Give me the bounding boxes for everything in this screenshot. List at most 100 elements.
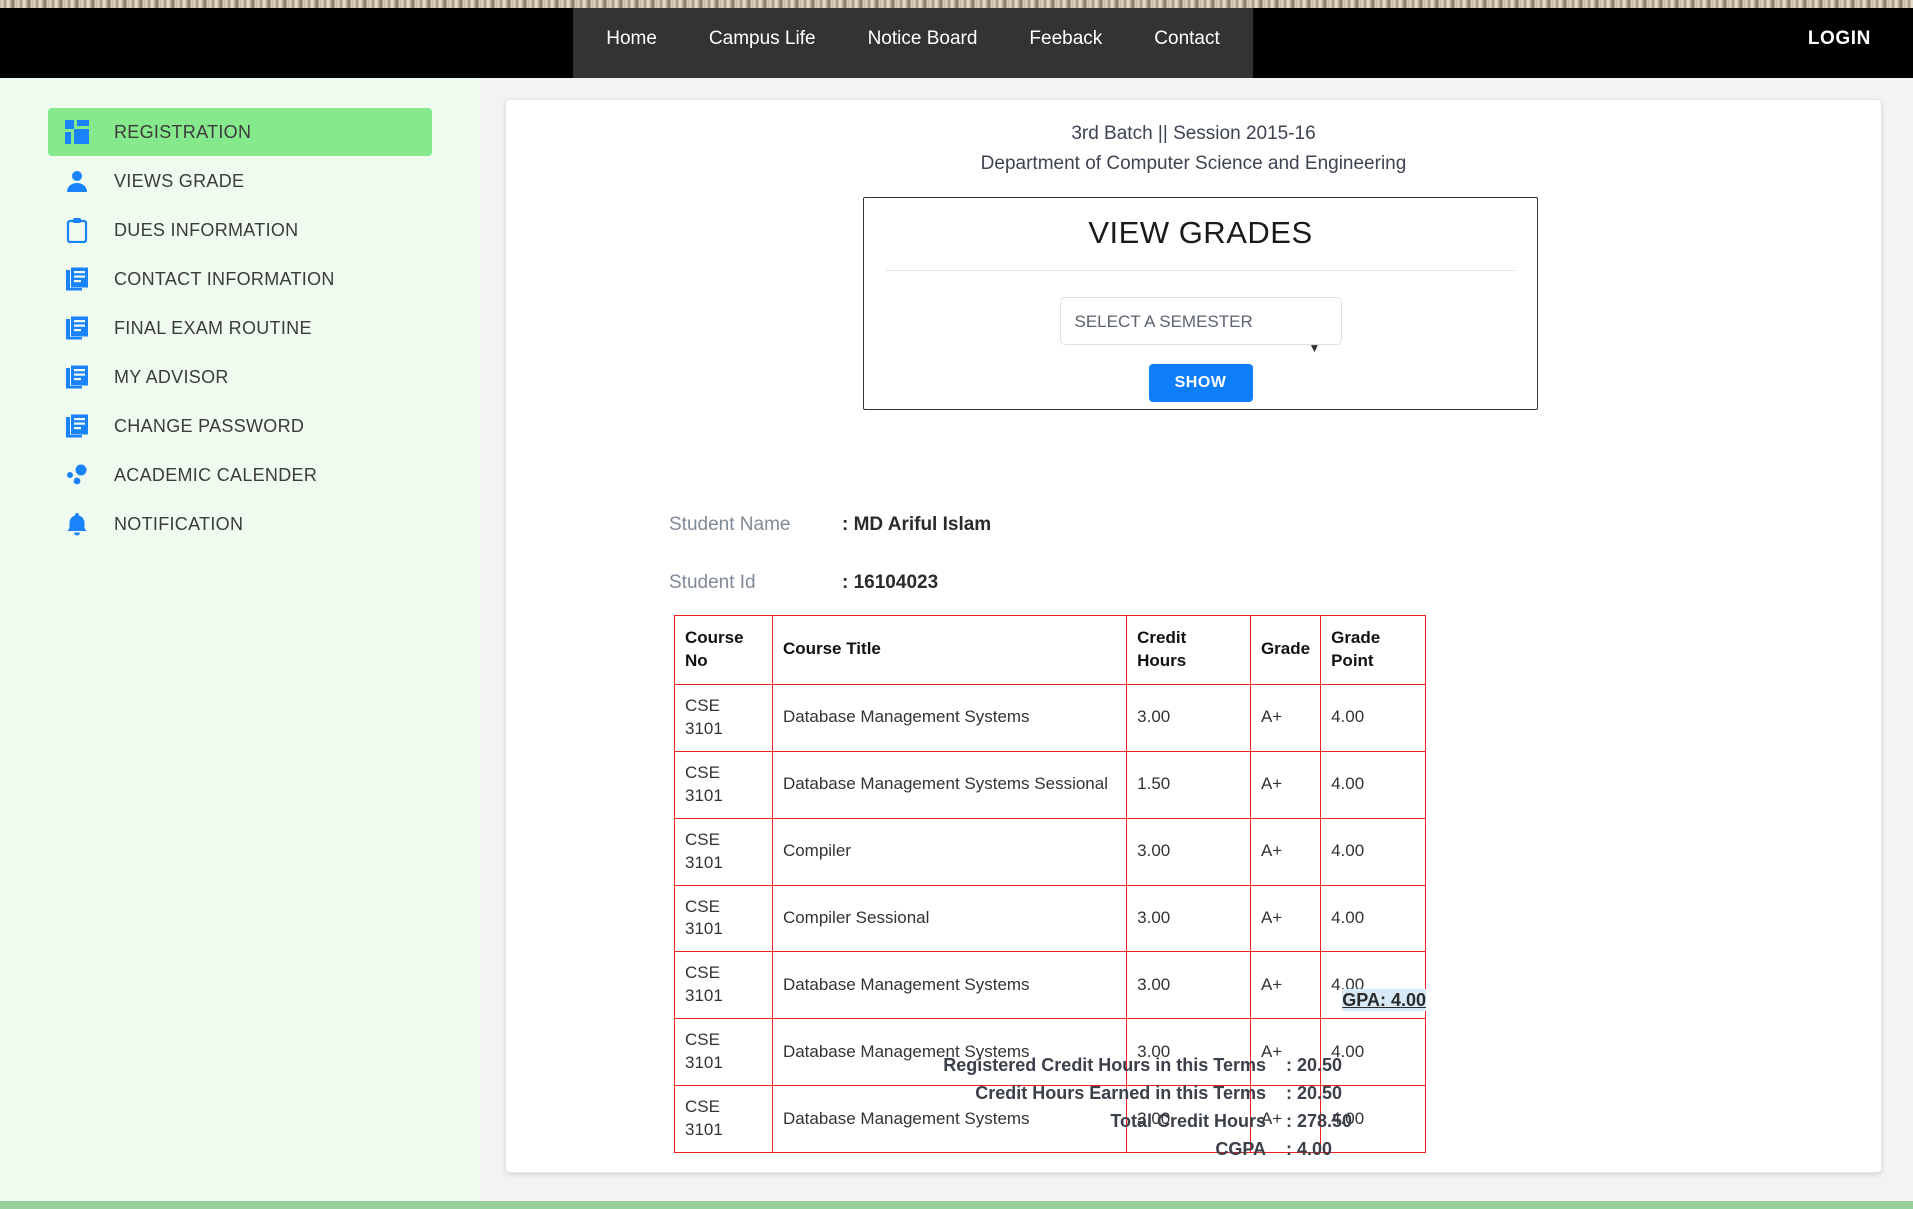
- main-content-card: VIEW GRADES SELECT A SEMESTER ▼ SHOW 3rd…: [505, 99, 1882, 1173]
- decorative-banner-strip: [0, 0, 1913, 8]
- semester-select-wrapper: SELECT A SEMESTER ▼: [864, 297, 1537, 355]
- clipboard-icon: [62, 215, 92, 245]
- sidebar-item-final-exam-routine[interactable]: FINAL EXAM ROUTINE: [48, 304, 432, 352]
- sidebar-item-label: CONTACT INFORMATION: [114, 268, 335, 289]
- student-id-row: Student Id : 16104023: [669, 572, 938, 594]
- cell-course-no: CSE 3101: [674, 1018, 773, 1087]
- sidebar-item-notification[interactable]: NOTIFICATION: [48, 500, 432, 548]
- department-line: Department of Computer Science and Engin…: [980, 153, 1407, 174]
- documents-icon: [62, 313, 92, 343]
- sidebar-item-dues-information[interactable]: DUES INFORMATION: [48, 206, 432, 254]
- cell-credit-hours: 1.50: [1126, 750, 1251, 819]
- page-body: REGISTRATION VIEWS GRADE DUES INFORMATION C…: [0, 78, 1913, 1209]
- cell-title: Database Management Systems: [771, 683, 1128, 752]
- cell-title: Compiler: [771, 817, 1128, 886]
- cell-course-no: CSE 3101: [674, 1085, 773, 1153]
- sidebar-item-academic-calender[interactable]: ACADEMIC CALENDER: [48, 451, 432, 499]
- summary-row: CGPA: 4.00: [786, 1139, 1486, 1160]
- cell-grade-point: 4.00: [1320, 817, 1426, 886]
- grades-table-head: Course No Course Title Credit Hours Grade Grad…: [674, 615, 1426, 685]
- cell-credit-hours: 3.00: [1126, 683, 1251, 752]
- cell-credit-hours: 3.00: [1126, 817, 1251, 886]
- summary-label: Credit Hours Earned in this Terms: [975, 1083, 1266, 1103]
- sidebar-item-label: DUES INFORMATION: [114, 219, 299, 240]
- table-header-cell: Credit Hours: [1126, 615, 1251, 685]
- sidebar-item-label: VIEWS GRADE: [114, 170, 245, 191]
- sidebar-item-label: ACADEMIC CALENDER: [114, 464, 318, 485]
- student-name-row: Student Name : MD Ariful Islam: [669, 514, 991, 536]
- cell-grade: A+: [1249, 884, 1322, 953]
- cell-credit-hours: 3.00: [1126, 884, 1251, 953]
- sidebar-item-label: MY ADVISOR: [114, 366, 229, 387]
- sidebar-item-label: CHANGE PASSWORD: [114, 415, 305, 436]
- summary-row: Registered Credit Hours in this Terms : 2…: [786, 1055, 1486, 1076]
- cell-grade-point: 4.00: [1320, 683, 1426, 752]
- table-row: CSE 3101 Compiler 3.00 A+ 4.00: [674, 817, 1426, 886]
- cell-title: Compiler Sessional: [771, 884, 1128, 953]
- sidebar-item-contact-information[interactable]: CONTACT INFORMATION: [48, 255, 432, 303]
- table-row: CSE 3101 Database Management Systems Sess…: [674, 750, 1426, 819]
- sidebar-item-label: FINAL EXAM ROUTINE: [114, 317, 312, 338]
- nav-contact[interactable]: Contact: [1128, 0, 1245, 78]
- credit-summary: Registered Credit Hours in this Terms : 2…: [786, 1055, 1486, 1167]
- nav-home[interactable]: Home: [580, 0, 683, 78]
- table-header-text: Grade: [1331, 628, 1381, 647]
- table-header-text: Course Title: [782, 639, 881, 659]
- sidebar-item-label: NOTIFICATION: [114, 513, 244, 534]
- top-navbar: Home Campus Life Notice Board Feeback Contac…: [0, 0, 1913, 78]
- nav-feedback[interactable]: Feeback: [1003, 0, 1128, 78]
- sidebar-item-views-grade[interactable]: VIEWS GRADE: [48, 157, 432, 205]
- student-id-value: : 16104023: [842, 572, 939, 593]
- table-header-text: Point: [1331, 650, 1374, 670]
- cell-grade-point: 4.00: [1320, 884, 1426, 953]
- summary-label: Registered Credit Hours in this Terms: [943, 1055, 1266, 1075]
- view-grades-panel: VIEW GRADES SELECT A SEMESTER ▼ SHOW: [863, 197, 1538, 410]
- documents-icon: [62, 411, 92, 441]
- bottom-accent-bar: [0, 1201, 1913, 1209]
- sidebar-item-label: REGISTRATION: [114, 121, 252, 142]
- sidebar-item-my-advisor[interactable]: MY ADVISOR: [48, 353, 432, 401]
- cell-grade: A+: [1249, 750, 1322, 819]
- dashboard-grid-icon: [62, 117, 92, 147]
- summary-value: : 20.50: [1286, 1083, 1343, 1103]
- table-header-row: Course No Course Title Credit Hours Grade Grad…: [674, 615, 1426, 685]
- summary-value: : 278.50: [1286, 1111, 1353, 1131]
- summary-value: : 20.50: [1286, 1055, 1343, 1075]
- student-name-label: Student Name: [669, 514, 791, 535]
- cell-course-no: CSE 3101: [674, 750, 773, 819]
- table-header-text: Grade: [1260, 639, 1311, 659]
- nav-links-group: Home Campus Life Notice Board Feeback Contac…: [573, 0, 1253, 78]
- table-header-cell: Course Title: [771, 615, 1128, 685]
- table-header-text: No: [685, 650, 708, 670]
- student-name-value: : MD Ariful Islam: [842, 514, 992, 535]
- table-header-cell: Course No: [674, 615, 773, 685]
- nav-campus-life[interactable]: Campus Life: [683, 0, 842, 78]
- documents-icon: [62, 264, 92, 294]
- cell-course-no: CSE 3101: [674, 683, 773, 752]
- batch-session-line: 3rd Batch || Session 2015-16: [1071, 123, 1316, 144]
- user-person-icon: [62, 166, 92, 196]
- bell-icon: [62, 509, 92, 539]
- cell-grade: A+: [1249, 683, 1322, 752]
- sidebar-item-registration[interactable]: REGISTRATION: [48, 108, 432, 156]
- summary-row: Credit Hours Earned in this Terms : 20.50: [786, 1083, 1486, 1104]
- dots-bubbles-icon: [62, 460, 92, 490]
- semester-select[interactable]: SELECT A SEMESTER: [1059, 297, 1342, 345]
- cell-grade: A+: [1249, 817, 1322, 886]
- sidebar-item-change-password[interactable]: CHANGE PASSWORD: [48, 402, 432, 450]
- cell-course-no: CSE 3101: [674, 884, 773, 953]
- page-title: VIEW GRADES: [1088, 215, 1313, 250]
- table-header-text: Credit: [1137, 628, 1187, 647]
- student-id-label: Student Id: [669, 572, 756, 593]
- table-header-text: Hours: [1137, 650, 1187, 670]
- cell-grade-point: 4.00: [1320, 750, 1426, 819]
- gpa-label: GPA: 4.00: [674, 989, 1426, 1011]
- nav-notice-board[interactable]: Notice Board: [842, 0, 1004, 78]
- cell-course-no: CSE 3101: [674, 817, 773, 886]
- login-button[interactable]: LOGIN: [1808, 0, 1871, 78]
- table-header-text: Course: [685, 628, 744, 647]
- table-row: CSE 3101 Database Management Systems 3.00 A…: [674, 683, 1426, 752]
- summary-label: Total Credit Hours: [1110, 1111, 1266, 1131]
- show-button[interactable]: SHOW: [1148, 364, 1253, 402]
- sidebar: REGISTRATION VIEWS GRADE DUES INFORMATION C…: [0, 78, 480, 1202]
